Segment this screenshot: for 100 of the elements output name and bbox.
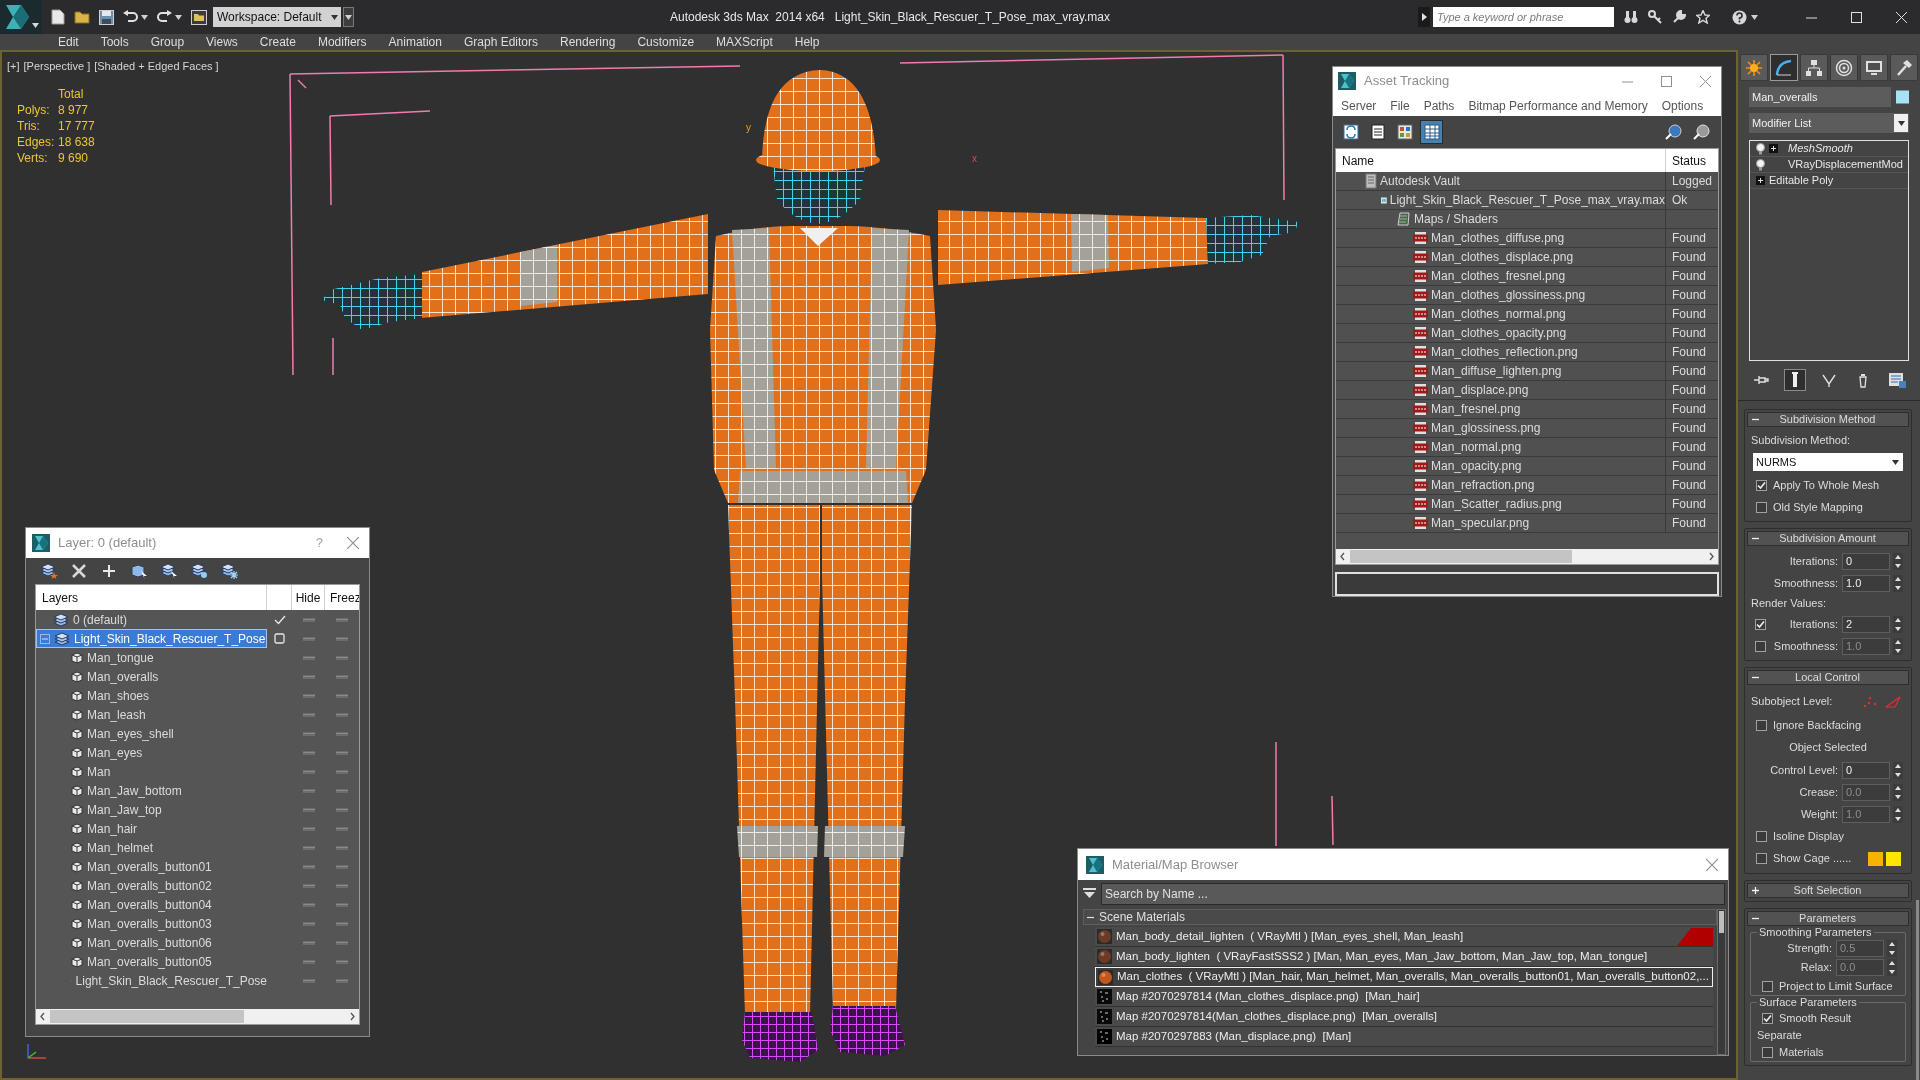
- object-name[interactable]: Man_overalls_button02: [87, 876, 212, 895]
- menu-item[interactable]: Help: [783, 34, 831, 50]
- object-name[interactable]: Man_hair: [87, 819, 138, 838]
- object-name-field[interactable]: Man_overalls: [1749, 87, 1891, 107]
- delete-icon[interactable]: [70, 563, 88, 579]
- checkbox[interactable]: [1756, 853, 1767, 864]
- menu-item[interactable]: Paths: [1423, 96, 1455, 115]
- menu-item[interactable]: File: [1390, 96, 1410, 115]
- help-icon[interactable]: [1732, 9, 1747, 25]
- cube-cursor-icon[interactable]: [130, 563, 148, 579]
- asset-name[interactable]: Man_refraction.png: [1431, 476, 1535, 494]
- object-name[interactable]: Man_overalls: [87, 667, 159, 686]
- asset-name[interactable]: Man_specular.png: [1431, 514, 1530, 532]
- plus-box-icon[interactable]: [1756, 176, 1765, 185]
- spinner-arrows-icon[interactable]: [1893, 761, 1903, 779]
- search-field[interactable]: Search by Name ...: [1101, 882, 1725, 905]
- material-list-item[interactable]: Map #2070297814(Man_clothes_displace.png) [Man_overalls]: [1095, 1007, 1713, 1027]
- column-header[interactable]: Layers: [36, 585, 267, 610]
- wrench-icon[interactable]: [1672, 10, 1686, 24]
- plus-icon[interactable]: [1752, 887, 1759, 894]
- asset-name[interactable]: Man_opacity.png: [1431, 457, 1522, 475]
- dropdown-arrow-icon[interactable]: [1083, 888, 1096, 899]
- menu-item[interactable]: Customize: [626, 34, 706, 50]
- asset-name[interactable]: Man_clothes_reflection.png: [1431, 343, 1578, 361]
- asset-name[interactable]: Man_Scatter_radius.png: [1431, 495, 1562, 513]
- minus-icon[interactable]: [1752, 535, 1759, 542]
- save-icon[interactable]: [99, 9, 114, 25]
- asset-name[interactable]: Light_Skin_Black_Rescuer_T_Pose_max_vray.max: [1389, 191, 1665, 209]
- asset-name[interactable]: Man_clothes_normal.png: [1431, 305, 1566, 323]
- asset-name[interactable]: Man_fresnel.png: [1431, 400, 1521, 418]
- panel-tab[interactable]: [1860, 54, 1888, 81]
- asset-name[interactable]: Man_clothes_glossiness.png: [1431, 286, 1586, 304]
- vertex-dots-icon[interactable]: [1863, 695, 1877, 708]
- light-bulb-icon[interactable]: [1756, 158, 1765, 171]
- dropdown-button[interactable]: [343, 7, 354, 27]
- caret-icon[interactable]: [175, 14, 182, 20]
- asset-name[interactable]: Man_clothes_fresnel.png: [1431, 267, 1566, 285]
- tick-icon[interactable]: [273, 614, 286, 625]
- viewport-menu-label[interactable]: [+]: [7, 58, 20, 75]
- menu-item[interactable]: Server: [1341, 96, 1377, 115]
- checkbox[interactable]: [1756, 719, 1767, 731]
- object-name[interactable]: Man_leash: [87, 705, 146, 724]
- vertical-scrollbar[interactable]: [1717, 909, 1726, 1055]
- object-name[interactable]: Light_Skin_Black_Rescuer_T_Pose: [75, 971, 267, 990]
- rollout-header[interactable]: Parameters: [1747, 911, 1909, 926]
- spinner-field[interactable]: 0: [1842, 552, 1890, 570]
- group-header[interactable]: Scene Materials: [1083, 909, 1717, 925]
- material-list-item[interactable]: Man_body_lighten ( VRayFastSSS2 ) [Man, Man_eyes, Man_Jaw_bottom, Man_Jaw_top, Man_tongue]: [1095, 947, 1713, 967]
- object-name[interactable]: Man_shoes: [87, 686, 150, 705]
- menu-item[interactable]: MAXScript: [705, 34, 784, 50]
- menu-item[interactable]: Views: [195, 34, 249, 50]
- panel-tab[interactable]: [1770, 54, 1798, 81]
- object-name[interactable]: Man_tongue: [87, 648, 154, 667]
- object-name[interactable]: Man_eyes: [87, 743, 143, 762]
- dropdown[interactable]: NURMS: [1753, 453, 1903, 471]
- asset-name[interactable]: Man_diffuse_lighten.png: [1431, 362, 1562, 380]
- layer-row[interactable]: Light_Skin_Black_Rescuer_T_Pose: [36, 629, 267, 648]
- viewport-menu-label[interactable]: [Shaded + Edged Faces ]: [94, 58, 219, 75]
- menu-item[interactable]: Modifiers: [306, 34, 378, 50]
- object-name[interactable]: Man_Jaw_top: [87, 800, 162, 819]
- search-field[interactable]: Type a keyword or phrase: [1433, 7, 1614, 27]
- layer-row[interactable]: 0 (default): [36, 610, 267, 629]
- menu-item[interactable]: Edit: [47, 34, 90, 50]
- panel-tab[interactable]: [1830, 54, 1858, 81]
- framed-folder-icon[interactable]: [191, 9, 207, 25]
- stack-item[interactable]: VRayDisplacementMod: [1750, 157, 1908, 173]
- path-field[interactable]: [1335, 572, 1719, 596]
- object-name[interactable]: Man_overalls_button01: [87, 857, 212, 876]
- vertical-scrollbar[interactable]: [1916, 900, 1919, 1080]
- checkbox[interactable]: [1756, 830, 1767, 842]
- object-name[interactable]: Man_Jaw_bottom: [87, 781, 182, 800]
- binoculars-icon[interactable]: [1624, 10, 1638, 24]
- folder-icon[interactable]: [74, 10, 90, 24]
- layers-cursor-icon[interactable]: [160, 563, 178, 579]
- light-bulb-icon[interactable]: [1756, 142, 1765, 155]
- layers-star-icon[interactable]: [40, 563, 58, 579]
- asset-name[interactable]: Maps / Shaders: [1414, 210, 1499, 228]
- spinner-arrows-icon[interactable]: [1893, 615, 1903, 633]
- horizontal-scrollbar[interactable]: [1336, 549, 1718, 564]
- panel-tab[interactable]: [1890, 54, 1918, 81]
- plus-icon[interactable]: [100, 563, 118, 579]
- panel-tab[interactable]: [1800, 54, 1828, 81]
- material-list-item[interactable]: Man_body_detail_lighten ( VRayMtl ) [Man_eyes_shell, Man_leash]: [1095, 927, 1713, 947]
- object-name[interactable]: Man_overalls_button03: [87, 914, 212, 933]
- spinner-arrows-icon[interactable]: [1893, 637, 1903, 655]
- rollout-header[interactable]: Local Control: [1747, 670, 1909, 685]
- object-name[interactable]: Man: [87, 762, 111, 781]
- minus-icon[interactable]: [1752, 674, 1759, 681]
- checkbox[interactable]: [1762, 1012, 1773, 1024]
- checkbox[interactable]: [1755, 618, 1766, 630]
- object-name[interactable]: Man_overalls_button04: [87, 895, 212, 914]
- menu-item[interactable]: Rendering: [549, 34, 627, 50]
- toolbar-button[interactable]: [1420, 120, 1443, 144]
- rollout-header[interactable]: Soft Selection: [1747, 883, 1909, 898]
- object-name[interactable]: Man_overalls_button06: [87, 933, 212, 952]
- workspace-dropdown[interactable]: Workspace: Default: [213, 7, 341, 27]
- menu-item[interactable]: Group: [139, 34, 196, 50]
- modifier-list-dropdown[interactable]: Modifier List: [1749, 113, 1909, 133]
- magnifier-icon[interactable]: [1665, 123, 1683, 141]
- panel-tab[interactable]: [1740, 54, 1768, 81]
